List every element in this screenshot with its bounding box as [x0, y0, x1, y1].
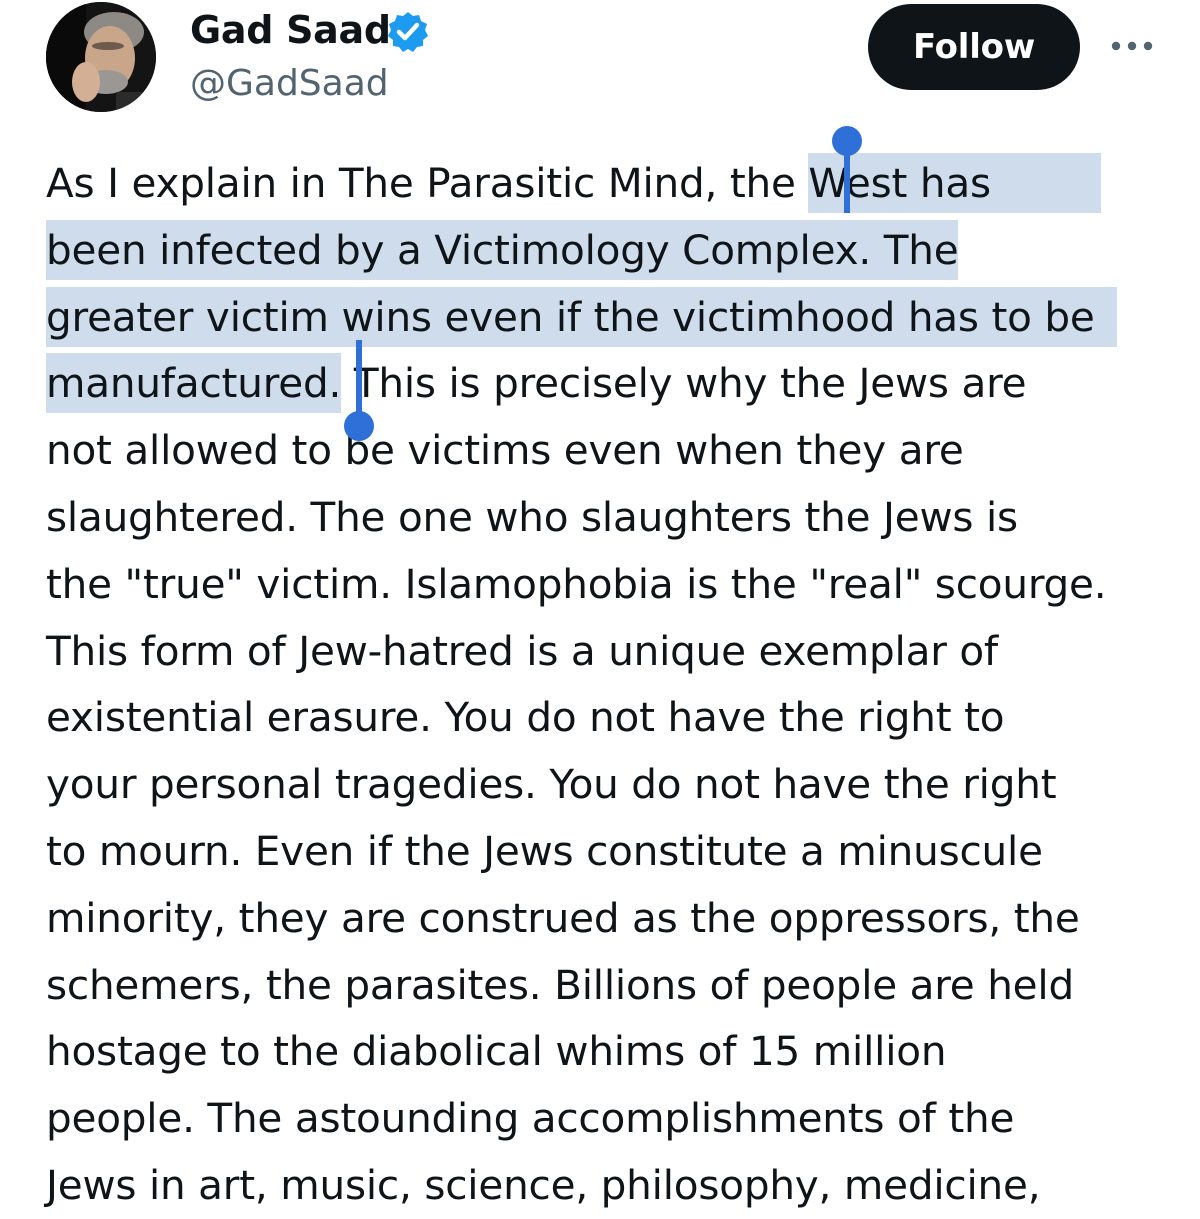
tweet-line: Jews in art, music, science, philosophy,… — [46, 1160, 1041, 1209]
selected-text[interactable]: greater victim wins even if the victimho… — [46, 286, 1117, 347]
follow-button[interactable]: Follow — [868, 4, 1080, 90]
tweet-text[interactable]: As I explain in The Parasitic Mind, the … — [46, 150, 1166, 1219]
tweet-line: not allowed to be victims even when they… — [46, 426, 964, 475]
tweet-line: This form of Jew-hatred is a unique exem… — [46, 626, 998, 675]
tweet-line: slaughtered. The one who slaughters the … — [46, 492, 1018, 541]
tweet-line: As I explain in The Parasitic Mind, the … — [46, 150, 1166, 217]
author-handle[interactable]: @GadSaad — [190, 62, 389, 106]
tweet-line: greater victim wins even if the victimho… — [46, 284, 1166, 351]
selection-start-handle[interactable] — [830, 124, 864, 214]
author-avatar[interactable] — [46, 2, 156, 112]
tweet-text-segment: As I explain in The Parasitic Mind, the — [46, 159, 809, 207]
tweet-line: the "true" victim. Islamophobia is the "… — [46, 559, 1107, 608]
tweet-line: been infected by a Victimology Complex. … — [46, 217, 1166, 284]
tweet-line: to mourn. Even if the Jews constitute a … — [46, 826, 1043, 875]
author-display-name[interactable]: Gad Saad — [190, 8, 391, 52]
tweet-line: people. The astounding accomplishments o… — [46, 1094, 1015, 1143]
tweet-line: minority, they are construed as the oppr… — [46, 893, 1080, 942]
tweet-line: hostage to the diabolical whims of 15 mi… — [46, 1027, 947, 1076]
more-icon[interactable] — [1110, 36, 1154, 56]
tweet-line: manufactured. This is precisely why the … — [46, 350, 1166, 417]
selected-text[interactable]: been infected by a Victimology Complex. … — [46, 219, 959, 280]
tweet-line: schemers, the parasites. Billions of peo… — [46, 960, 1074, 1009]
tweet-line: existential erasure. You do not have the… — [46, 693, 1005, 742]
verified-badge-icon[interactable] — [386, 10, 430, 54]
tweet-text-segment: This is precisely why the Jews are — [341, 359, 1027, 408]
tweet-line: your personal tragedies. You do not have… — [46, 760, 1057, 809]
tweet-header: Gad Saad @GadSaad Follow — [0, 0, 1200, 130]
selection-end-handle[interactable] — [342, 340, 376, 444]
selected-text[interactable]: manufactured. — [46, 353, 341, 414]
